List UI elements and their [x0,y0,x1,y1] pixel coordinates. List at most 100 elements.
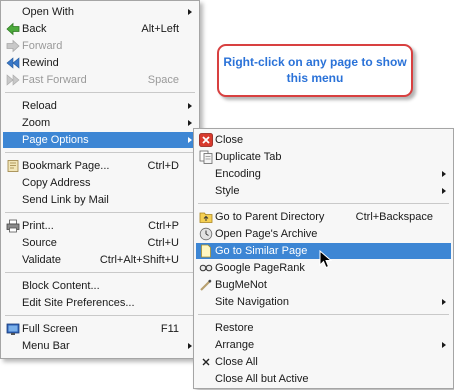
menu-item-duplicate-tab[interactable]: Duplicate Tab [196,149,451,165]
instruction-callout: Right-click on any page to show this men… [217,44,413,97]
menu-item-page-options[interactable]: Page Options [3,132,197,148]
menu-item-label: Source [22,237,57,249]
duplicate-tab-icon [199,150,213,164]
menu-item-print[interactable]: Print... Ctrl+P [3,218,197,234]
menu-separator [5,92,195,93]
menu-item-shortcut: Ctrl+U [147,237,179,249]
menu-item-label: BugMeNot [215,279,267,291]
menu-item-label: Block Content... [22,280,100,292]
context-menu: Open With Back Alt+Left Forward Rewind F… [0,0,200,359]
menu-item-label: Go to Parent Directory [215,211,325,223]
submenu-arrow-icon [188,137,192,143]
menu-item-shortcut: Space [147,74,179,86]
menu-item-forward[interactable]: Forward [3,38,197,54]
similar-page-icon [199,244,213,258]
printer-icon [6,219,20,233]
menu-item-menu-bar[interactable]: Menu Bar [3,338,197,354]
submenu-arrow-icon [442,342,446,348]
menu-separator [5,212,195,213]
menu-item-fast-forward[interactable]: Fast Forward Space [3,72,197,88]
menu-item-zoom[interactable]: Zoom [3,115,197,131]
menu-item-back[interactable]: Back Alt+Left [3,21,197,37]
rewind-icon [6,56,20,70]
menu-item-open-pages-archive[interactable]: Open Page's Archive [196,226,451,242]
menu-item-label: Site Navigation [215,296,289,308]
menu-item-restore[interactable]: Restore [196,320,451,336]
menu-item-shortcut: Ctrl+D [147,160,179,172]
menu-item-block-content[interactable]: Block Content... [3,278,197,294]
forward-arrow-icon [6,39,20,53]
menu-item-reload[interactable]: Reload [3,98,197,114]
menu-item-label: Edit Site Preferences... [22,297,135,309]
menu-item-rewind[interactable]: Rewind [3,55,197,71]
bookmark-icon [6,159,20,173]
menu-item-style[interactable]: Style [196,183,451,199]
menu-item-shortcut: Alt+Left [141,23,179,35]
archive-icon [199,227,213,241]
menu-item-label: Encoding [215,168,261,180]
menu-item-arrange[interactable]: Arrange [196,337,451,353]
menu-item-label: Close [215,134,244,146]
menu-item-label: Restore [215,322,254,334]
menu-item-label: Duplicate Tab [215,151,282,163]
submenu-arrow-icon [442,171,446,177]
menu-item-label: Open With [22,6,74,18]
menu-item-send-link-by-mail[interactable]: Send Link by Mail [3,192,197,208]
menu-item-label: Style [215,185,240,197]
close-all-icon [199,355,213,369]
menu-separator [198,314,449,315]
menu-item-label: Rewind [22,57,59,69]
menu-item-close-all-but-active[interactable]: Close All but Active [196,371,451,387]
submenu-arrow-icon [442,188,446,194]
submenu-arrow-icon [188,343,192,349]
menu-item-shortcut: Ctrl+Backspace [355,211,433,223]
parent-directory-icon [199,210,213,224]
menu-item-full-screen[interactable]: Full Screen F11 [3,321,197,337]
pagerank-icon [199,261,213,275]
menu-item-label: Print... [22,220,54,232]
full-screen-icon [6,322,20,336]
menu-separator [198,203,449,204]
menu-item-shortcut: F11 [160,323,179,335]
menu-item-label: Fast Forward [22,74,87,86]
menu-item-label: Full Screen [22,323,78,335]
menu-item-close-all[interactable]: Close All [196,354,451,370]
menu-item-go-to-parent-directory[interactable]: Go to Parent Directory Ctrl+Backspace [196,209,451,225]
menu-item-label: Page Options [22,134,89,146]
menu-item-label: Send Link by Mail [22,194,109,206]
menu-item-shortcut: Ctrl+Alt+Shift+U [99,254,179,266]
submenu-arrow-icon [188,103,192,109]
menu-item-label: Close All but Active [215,373,309,385]
close-icon [199,133,213,147]
menu-item-validate[interactable]: Validate Ctrl+Alt+Shift+U [3,252,197,268]
menu-separator [5,315,195,316]
menu-item-label: Reload [22,100,57,112]
menu-item-label: Arrange [215,339,255,351]
menu-item-encoding[interactable]: Encoding [196,166,451,182]
back-arrow-icon [6,22,20,36]
menu-item-label: Bookmark Page... [22,160,110,172]
menu-item-label: Copy Address [22,177,91,189]
menu-item-label: Validate [22,254,61,266]
menu-item-label: Menu Bar [22,340,70,352]
menu-item-label: Open Page's Archive [215,228,318,240]
submenu-arrow-icon [442,299,446,305]
menu-item-shortcut: Ctrl+P [148,220,179,232]
menu-item-edit-site-preferences[interactable]: Edit Site Preferences... [3,295,197,311]
fast-forward-icon [6,73,20,87]
menu-item-label: Close All [215,356,258,368]
menu-item-label: Go to Similar Page [215,245,308,257]
menu-item-label: Forward [22,40,63,52]
menu-item-bugmenot[interactable]: BugMeNot [196,277,451,293]
menu-separator [5,152,195,153]
submenu-arrow-icon [188,120,192,126]
menu-item-label: Google PageRank [215,262,305,274]
menu-item-site-navigation[interactable]: Site Navigation [196,294,451,310]
menu-item-source[interactable]: Source Ctrl+U [3,235,197,251]
mouse-cursor-icon [319,249,335,270]
menu-item-open-with[interactable]: Open With [3,4,197,20]
menu-item-close[interactable]: Close [196,132,451,148]
menu-item-bookmark-page[interactable]: Bookmark Page... Ctrl+D [3,158,197,174]
menu-item-label: Zoom [22,117,51,129]
menu-item-copy-address[interactable]: Copy Address [3,175,197,191]
